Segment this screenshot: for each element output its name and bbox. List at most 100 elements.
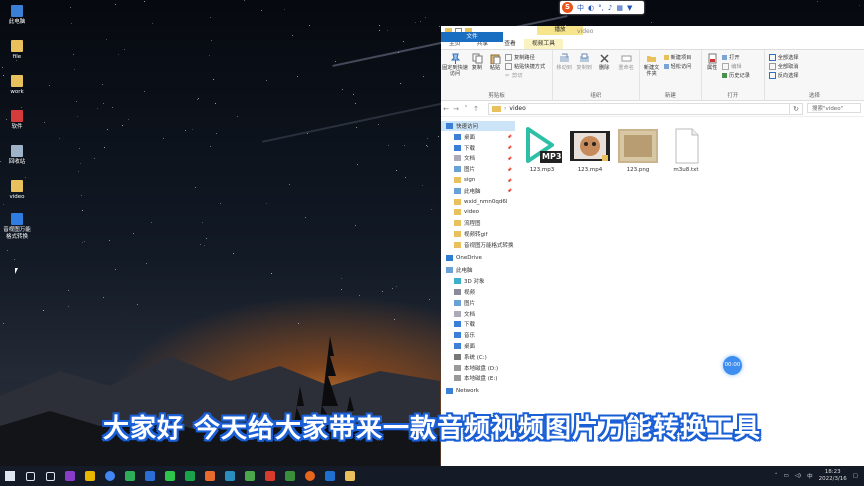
nav-item[interactable]: 视频 — [441, 287, 515, 297]
keyboard-icon[interactable]: ▦ — [616, 4, 623, 12]
skin-icon[interactable]: ▼ — [627, 4, 632, 12]
tab-video-tools[interactable]: 视频工具 — [523, 39, 564, 49]
desktop-icon[interactable]: 此电脑 — [2, 5, 32, 26]
network-icon[interactable]: ▭ — [783, 473, 788, 479]
taskbar-explorer-icon[interactable] — [340, 466, 360, 486]
nav-item[interactable]: 桌面 📌 — [441, 132, 515, 142]
desktop-icon[interactable]: 音视图万能格式转换 — [2, 213, 32, 241]
forward-arrow-icon[interactable]: → — [451, 105, 461, 113]
easy-access-button[interactable]: 轻松访问 — [663, 63, 691, 70]
nav-item[interactable]: 图片 — [441, 298, 515, 308]
taskbar-app-purple-icon[interactable] — [60, 466, 80, 486]
pin-icon[interactable]: 📌 — [507, 188, 512, 193]
taskbar-start-icon[interactable] — [0, 466, 20, 486]
taskbar-h-app-icon[interactable] — [180, 466, 200, 486]
copy-button[interactable]: 复制 — [469, 53, 485, 71]
open-button[interactable]: 打开 — [722, 54, 740, 61]
desktop-icon[interactable]: video — [2, 180, 32, 201]
taskbar-firefox-icon[interactable] — [300, 466, 320, 486]
pin-quick-access-button[interactable]: 固定到快速访问 — [442, 53, 468, 77]
nav-item[interactable]: 下载 📌 — [441, 143, 515, 153]
back-arrow-icon[interactable]: ← — [441, 105, 451, 113]
nav-item[interactable]: 图片 📌 — [441, 164, 515, 174]
nav-item[interactable]: sign 📌 — [441, 175, 515, 185]
taskbar-chrome-icon[interactable] — [100, 466, 120, 486]
rename-button[interactable]: 重命名 — [615, 53, 637, 71]
volume-icon[interactable]: ◁) — [795, 473, 801, 479]
file-item-mp3[interactable]: MP3 123.mp3 — [519, 127, 565, 173]
nav-item[interactable]: 桌面 — [441, 341, 515, 351]
taskbar-app-bird-icon[interactable] — [320, 466, 340, 486]
nav-item[interactable]: 文档 — [441, 309, 515, 319]
taskbar-app-paw-icon[interactable] — [280, 466, 300, 486]
select-all-button[interactable]: 全部选择 — [768, 54, 798, 61]
pin-icon[interactable]: 📌 — [507, 134, 512, 139]
edit-button[interactable]: 编辑 — [722, 63, 742, 70]
new-folder-button[interactable]: 新建文件夹 — [642, 53, 662, 77]
nav-quick-access[interactable]: 快速访问 — [441, 121, 515, 131]
taskbar-task-view-icon[interactable] — [40, 466, 60, 486]
taskbar-app-cyan-icon[interactable] — [220, 466, 240, 486]
up-arrow-icon[interactable]: ↑ — [471, 105, 481, 113]
pin-icon[interactable]: 📌 — [507, 167, 512, 172]
copy-path-button[interactable]: 复制路径 — [505, 54, 535, 61]
nav-item[interactable]: 文档 📌 — [441, 153, 515, 163]
pin-icon[interactable]: 📌 — [507, 156, 512, 161]
desktop-icon[interactable]: work — [2, 75, 32, 96]
delete-button[interactable]: 删除 — [595, 53, 613, 71]
breadcrumb-current[interactable]: video — [509, 104, 525, 114]
paste-button[interactable]: 粘贴 — [487, 53, 503, 71]
taskbar-app-yellow-icon[interactable] — [80, 466, 100, 486]
refresh-icon[interactable]: ↻ — [789, 103, 803, 115]
select-none-button[interactable]: 全部取消 — [768, 63, 798, 70]
invert-selection-button[interactable]: 反向选择 — [768, 72, 798, 79]
tray-chevron-icon[interactable]: ˄ — [775, 473, 778, 479]
properties-button[interactable]: 属性 — [704, 53, 720, 71]
clock[interactable]: 18:23 2022/3/16 — [819, 469, 847, 483]
nav-item[interactable]: 音乐 — [441, 330, 515, 340]
sogou-ime-toolbar[interactable]: S 中 ◐ °, ♪ ▦ ▼ — [560, 1, 644, 14]
nav-item[interactable]: 流程图 — [441, 218, 515, 228]
desktop-icon[interactable]: 回收站 — [2, 145, 32, 166]
taskbar-app-orange-icon[interactable] — [200, 466, 220, 486]
nav-this-pc[interactable]: 此电脑 — [441, 265, 515, 275]
nav-item[interactable]: 下载 — [441, 319, 515, 329]
nav-item[interactable]: 视频转gif — [441, 229, 515, 239]
copy-to-button[interactable]: 复制到 — [575, 53, 593, 71]
history-button[interactable]: 历史记录 — [722, 72, 750, 79]
moon-icon[interactable]: ◐ — [588, 4, 594, 12]
desktop-icon[interactable]: 软件 — [2, 110, 32, 131]
taskbar-app-green-icon[interactable] — [120, 466, 140, 486]
search-input[interactable]: 搜索"video" — [807, 103, 861, 113]
file-item-txt[interactable]: m3u8.txt — [663, 127, 709, 173]
nav-item[interactable]: 此电脑 📌 — [441, 186, 515, 196]
nav-item[interactable]: 音视图万能格式转换 — [441, 240, 515, 250]
recording-timer-badge[interactable]: 00:00 — [723, 356, 742, 375]
notification-icon[interactable]: ▢ — [853, 473, 858, 479]
mic-icon[interactable]: ♪ — [608, 4, 612, 12]
nav-onedrive[interactable]: OneDrive — [441, 253, 515, 263]
address-field[interactable]: › video — [488, 103, 790, 115]
nav-item[interactable]: 3D 对象 — [441, 276, 515, 286]
ime-indicator[interactable]: 中 — [807, 472, 813, 480]
taskbar-app-blue-icon[interactable] — [140, 466, 160, 486]
new-item-button[interactable]: 新建项目 — [663, 54, 691, 61]
move-to-button[interactable]: 移动到 — [555, 53, 573, 71]
nav-item[interactable]: 本地磁盘 (D:) — [441, 363, 515, 373]
taskbar-app-green2-icon[interactable] — [240, 466, 260, 486]
file-item-mp4[interactable]: 123.mp4 — [567, 127, 613, 173]
desktop-icon[interactable]: file — [2, 40, 32, 61]
nav-network[interactable]: Network — [441, 386, 515, 396]
file-item-png[interactable]: 123.png — [615, 127, 661, 173]
recent-chevron-icon[interactable]: ˅ — [461, 105, 471, 113]
punctuation-icon[interactable]: °, — [598, 4, 604, 12]
ime-lang-indicator[interactable]: 中 — [577, 3, 584, 13]
pin-icon[interactable]: 📌 — [507, 178, 512, 183]
pin-icon[interactable]: 📌 — [507, 145, 512, 150]
taskbar-app-red-icon[interactable] — [260, 466, 280, 486]
nav-item[interactable]: wxid_nmn0qd6l — [441, 197, 515, 207]
nav-item[interactable]: video — [441, 207, 515, 217]
cut-button[interactable]: ✂ 剪切 — [505, 72, 522, 79]
nav-item[interactable]: 系统 (C:) — [441, 352, 515, 362]
nav-item[interactable]: 本地磁盘 (E:) — [441, 373, 515, 383]
